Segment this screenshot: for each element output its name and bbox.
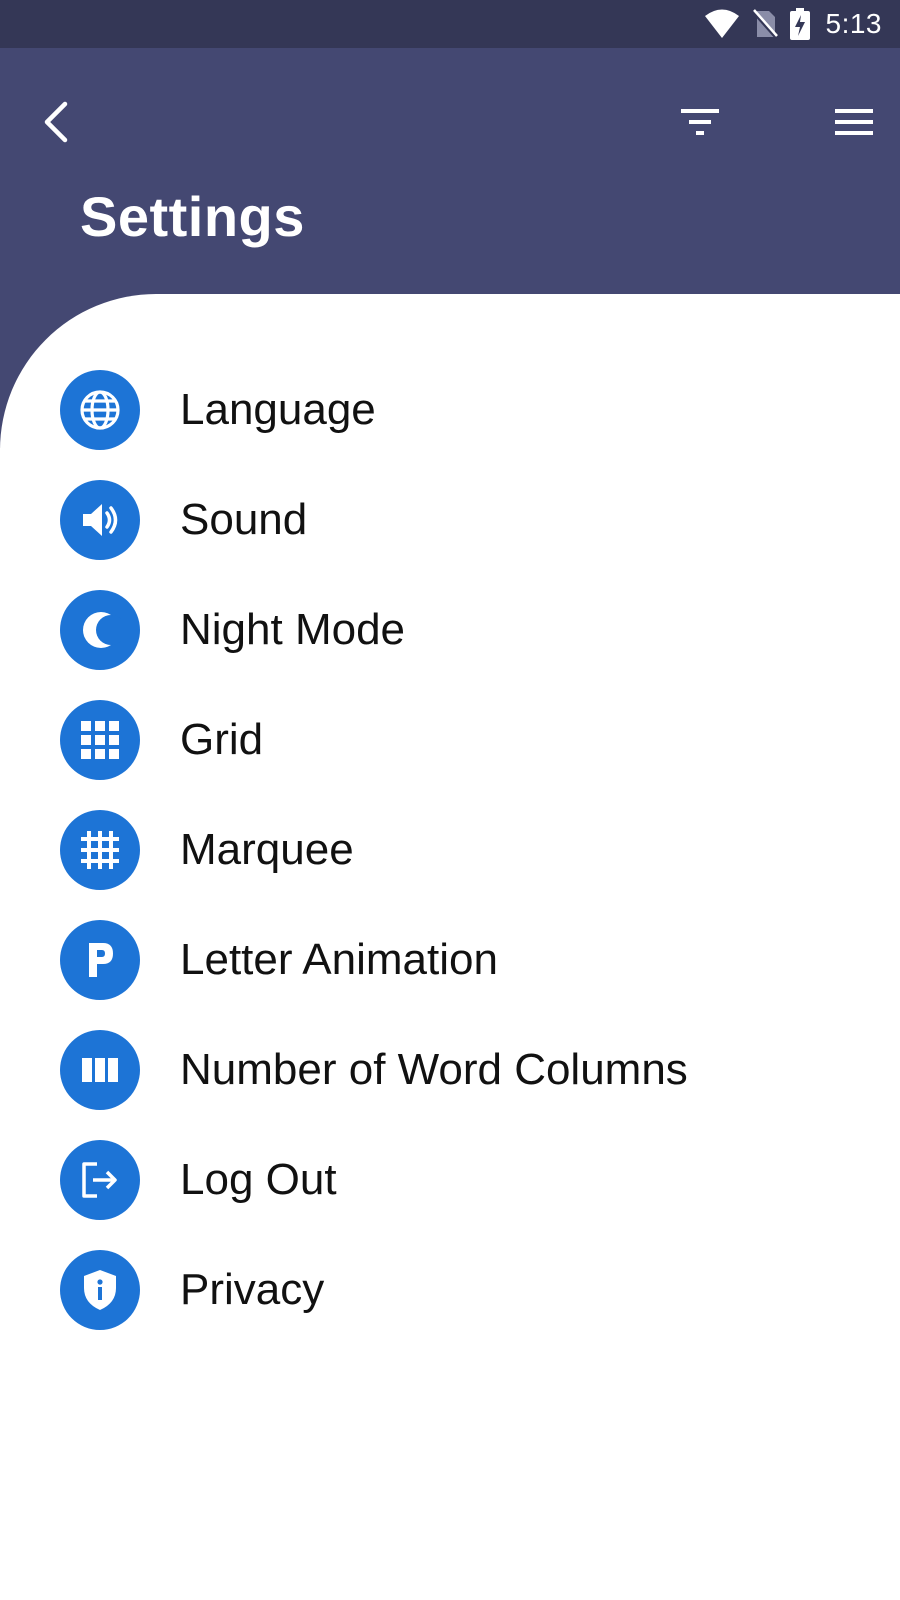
settings-item-label: Number of Word Columns: [180, 1045, 688, 1094]
back-button[interactable]: [30, 98, 82, 150]
settings-item-label: Night Mode: [180, 605, 406, 654]
volume-icon: [60, 480, 140, 560]
letter-p-icon: [60, 920, 140, 1000]
menu-button[interactable]: [824, 98, 884, 150]
settings-item-grid[interactable]: Grid: [0, 685, 900, 795]
chevron-left-icon: [41, 101, 71, 148]
settings-item-marquee[interactable]: Marquee: [0, 795, 900, 905]
hamburger-menu-icon: [835, 107, 873, 142]
grid-icon: [60, 700, 140, 780]
shield-info-icon: [60, 1250, 140, 1330]
settings-item-language[interactable]: Language: [0, 355, 900, 465]
settings-item-word-columns[interactable]: Number of Word Columns: [0, 1015, 900, 1125]
battery-charging-icon: [789, 8, 810, 40]
settings-item-log-out[interactable]: Log Out: [0, 1125, 900, 1235]
settings-item-label: Language: [180, 385, 376, 434]
settings-item-label: Marquee: [180, 825, 354, 874]
page-title: Settings: [80, 185, 305, 248]
settings-item-sound[interactable]: Sound: [0, 465, 900, 575]
logout-icon: [60, 1140, 140, 1220]
settings-item-label: Privacy: [180, 1265, 325, 1314]
status-time: 5:13: [825, 8, 882, 39]
filter-icon: [681, 107, 719, 142]
wifi-icon: [704, 9, 740, 39]
settings-screen: 5:13 Settings Language Sound Night Mode …: [0, 0, 900, 1600]
settings-item-privacy[interactable]: Privacy: [0, 1235, 900, 1345]
hashtag-grid-icon: [60, 810, 140, 890]
status-icons: 5:13: [704, 8, 883, 40]
moon-icon: [60, 590, 140, 670]
settings-item-night-mode[interactable]: Night Mode: [0, 575, 900, 685]
settings-item-label: Grid: [180, 715, 264, 764]
settings-item-label: Log Out: [180, 1155, 337, 1204]
columns-icon: [60, 1030, 140, 1110]
settings-item-letter-animation[interactable]: Letter Animation: [0, 905, 900, 1015]
status-bar: 5:13: [0, 0, 900, 48]
settings-item-label: Letter Animation: [180, 935, 498, 984]
settings-item-label: Sound: [180, 495, 308, 544]
filter-button[interactable]: [670, 98, 730, 150]
no-sim-icon: [751, 9, 778, 39]
settings-list: Language Sound Night Mode Grid Marquee L…: [0, 355, 900, 1345]
globe-icon: [60, 370, 140, 450]
